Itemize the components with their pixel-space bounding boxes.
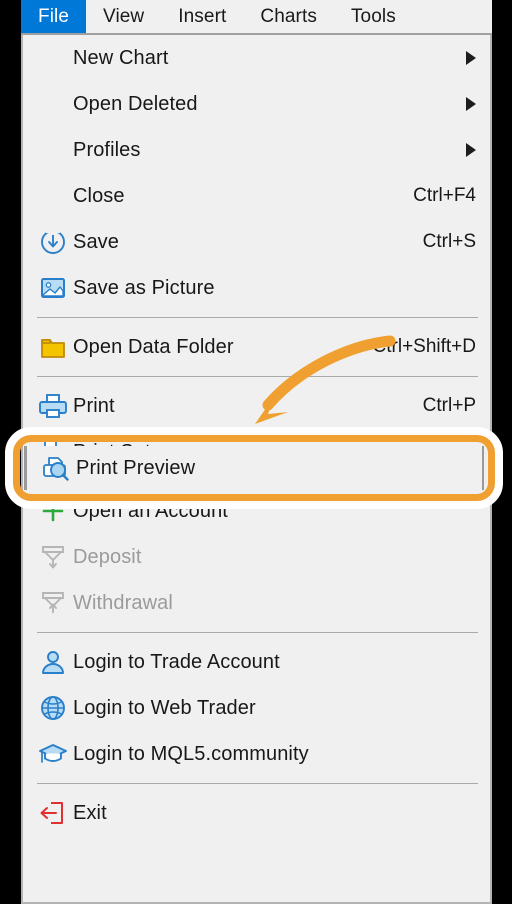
exit-icon [33, 797, 73, 829]
submenu-chevron-right-icon [466, 143, 476, 157]
right-black-margin [492, 0, 512, 904]
menubar-item-view[interactable]: View [86, 0, 161, 33]
menu-item-label: Print Preview [76, 456, 196, 479]
menu-separator [37, 632, 478, 633]
save-icon [33, 226, 73, 258]
left-black-margin [0, 0, 21, 904]
menu-item-label: Login to MQL5.community [73, 742, 309, 765]
no-icon [33, 180, 73, 212]
submenu-chevron-right-icon [466, 97, 476, 111]
menu-item-login-to-web-trader[interactable]: Login to Web Trader [23, 685, 490, 731]
submenu-chevron-right-icon [466, 51, 476, 65]
menu-item-label: Open Data Folder [73, 335, 234, 358]
deposit-icon [33, 541, 73, 573]
menu-item-open-deleted[interactable]: Open Deleted [23, 81, 490, 127]
menu-item-new-chart[interactable]: New Chart [23, 35, 490, 81]
menu-item-open-an-account[interactable]: Open an Account [23, 488, 490, 534]
menu-item-open-data-folder[interactable]: Open Data Folder Ctrl+Shift+D [23, 324, 490, 370]
menu-item-print[interactable]: Print Ctrl+P [23, 383, 490, 429]
menubar-item-insert[interactable]: Insert [161, 0, 243, 33]
menu-item-withdrawal: Withdrawal [23, 580, 490, 626]
menu-item-save[interactable]: Save Ctrl+S [23, 219, 490, 265]
menu-item-shortcut: Ctrl+F4 [413, 185, 476, 206]
menu-item-label: Deposit [73, 545, 142, 568]
no-icon [33, 88, 73, 120]
person-icon [33, 646, 73, 678]
picture-icon [33, 272, 73, 304]
menubar-item-file[interactable]: File [21, 0, 87, 33]
folder-icon [33, 331, 73, 363]
printer-icon [33, 390, 73, 422]
menubar-item-tools[interactable]: Tools [334, 0, 413, 33]
menu-item-label: Login to Trade Account [73, 650, 280, 673]
graduation-cap-icon [33, 738, 73, 770]
menu-item-save-as-picture[interactable]: Save as Picture [23, 265, 490, 311]
menu-bar: File View Insert Charts Tools [21, 0, 492, 35]
menu-item-label: Print [73, 394, 115, 417]
menu-item-label: Save [73, 230, 119, 253]
menu-separator [37, 783, 478, 784]
withdrawal-icon [33, 587, 73, 619]
menu-item-login-to-mql5-community[interactable]: Login to MQL5.community [23, 731, 490, 777]
menu-item-label: Exit [73, 801, 107, 824]
menu-item-label: Save as Picture [73, 276, 215, 299]
menu-item-exit[interactable]: Exit [23, 790, 490, 836]
menu-item-label: Login to Web Trader [73, 696, 256, 719]
menu-item-profiles[interactable]: Profiles [23, 127, 490, 173]
menu-item-close[interactable]: Close Ctrl+F4 [23, 173, 490, 219]
menu-item-login-to-trade-account[interactable]: Login to Trade Account [23, 639, 490, 685]
globe-icon [33, 692, 73, 724]
menu-item-label: New Chart [73, 46, 169, 69]
menu-item-label: Withdrawal [73, 591, 173, 614]
menu-item-label: Open Deleted [73, 92, 198, 115]
menu-item-shortcut: Ctrl+Shift+D [372, 336, 476, 357]
print-preview-icon [36, 452, 76, 484]
menu-item-label: Profiles [73, 138, 141, 161]
menu-item-print-preview[interactable]: Print Preview [24, 446, 484, 490]
menu-separator [37, 376, 478, 377]
menubar-item-charts[interactable]: Charts [243, 0, 334, 33]
plus-icon [33, 495, 73, 527]
no-icon [33, 42, 73, 74]
menu-item-label: Open an Account [73, 499, 228, 522]
menu-item-shortcut: Ctrl+S [422, 231, 476, 252]
menu-item-deposit: Deposit [23, 534, 490, 580]
no-icon [33, 134, 73, 166]
menu-item-label: Close [73, 184, 125, 207]
menu-separator [37, 317, 478, 318]
menu-item-shortcut: Ctrl+P [422, 395, 476, 416]
